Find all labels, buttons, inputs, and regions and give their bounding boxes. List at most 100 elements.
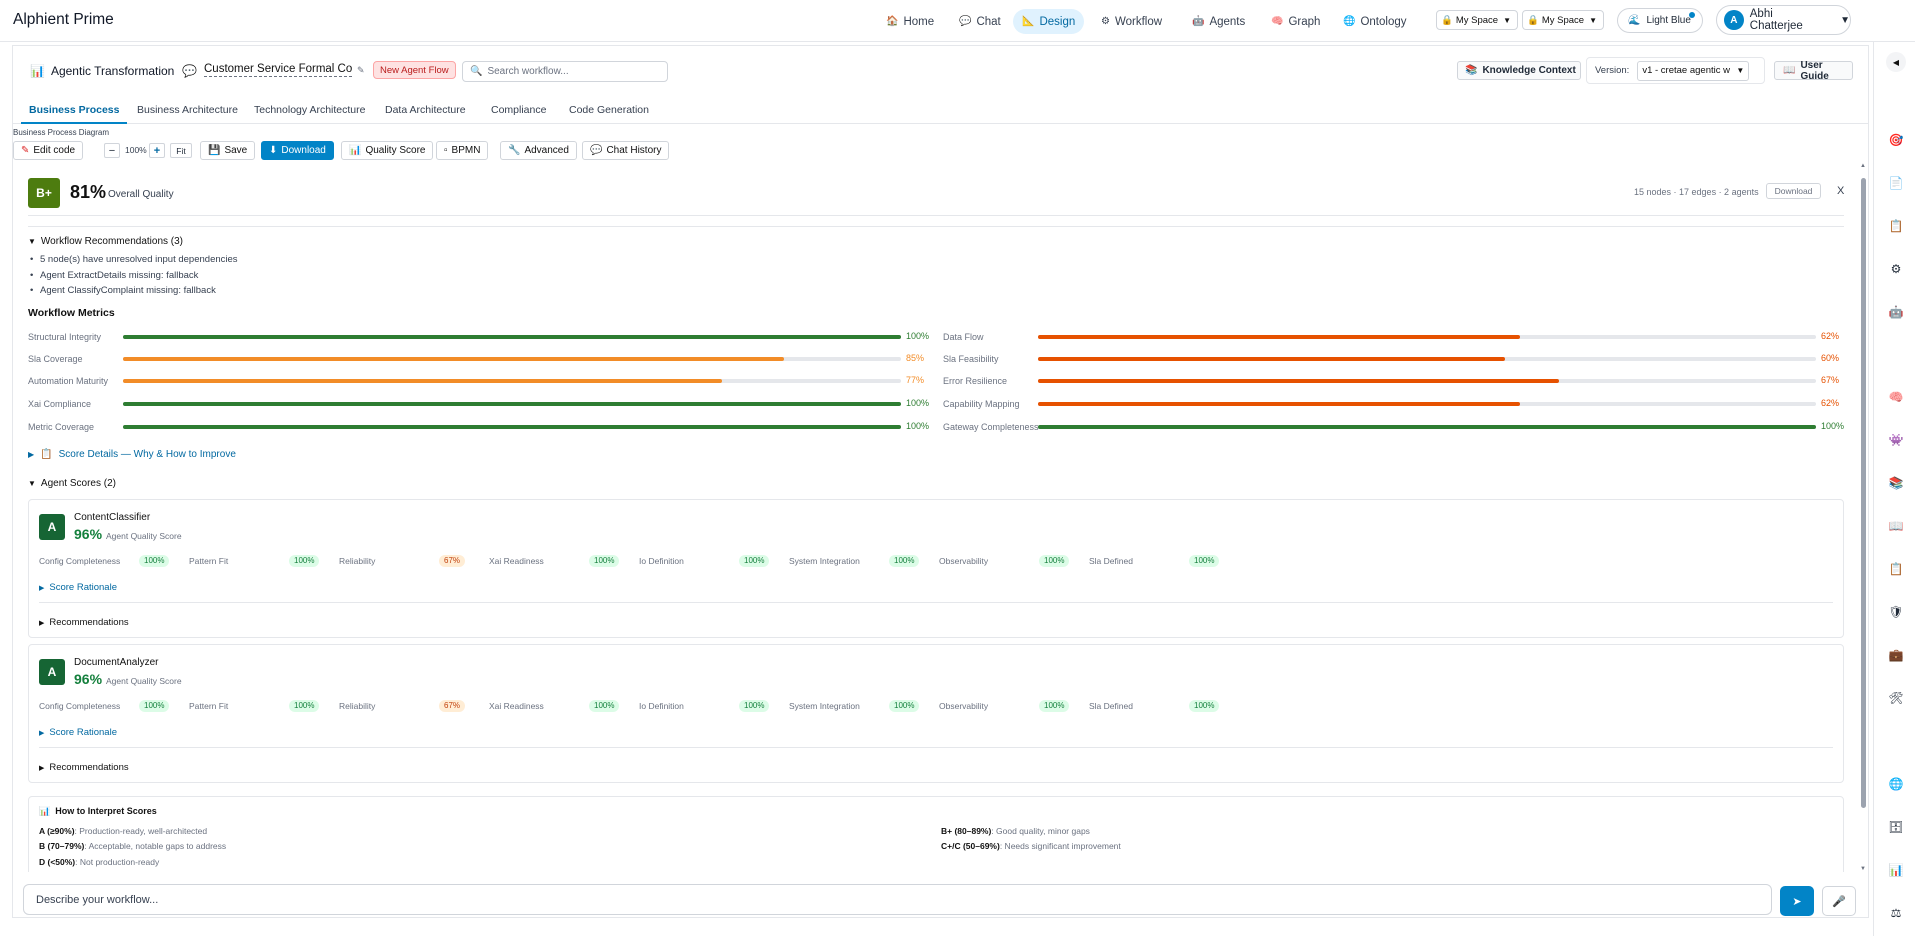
scroll-up-icon[interactable]: ▲: [1860, 163, 1866, 169]
space-select-1[interactable]: 🔒 My Space ▼: [1436, 10, 1518, 30]
nav-design[interactable]: 📐 Design: [1013, 9, 1085, 34]
interpret-scores-title-text: How to Interpret Scores: [55, 806, 157, 816]
chart-icon[interactable]: 📊: [1888, 863, 1904, 877]
space-select-2-value: My Space: [1541, 14, 1585, 26]
metric-row: Sla Feasibility 60%: [943, 352, 1845, 366]
download-button[interactable]: ⬇ Download: [261, 141, 334, 160]
dimension-label: System Integration: [789, 701, 860, 711]
clipboard-icon[interactable]: 📋: [1888, 562, 1904, 576]
home-icon: 🏠: [886, 16, 899, 27]
robot-face-icon[interactable]: 👾: [1888, 433, 1904, 447]
briefcase-icon[interactable]: 💼: [1888, 648, 1904, 662]
new-agent-flow-button[interactable]: New Agent Flow: [373, 61, 456, 79]
search-input[interactable]: 🔍 Search workflow...: [462, 61, 668, 82]
zoom-out-button[interactable]: −: [104, 143, 120, 158]
metric-row: Error Resilience 67%: [943, 374, 1845, 388]
metric-label: Sla Feasibility: [943, 354, 999, 364]
tab-business-process[interactable]: Business Process: [21, 96, 128, 124]
dimension-label: Io Definition: [639, 556, 684, 566]
bpmn-button[interactable]: ▫ BPMN: [436, 141, 489, 160]
robot-icon[interactable]: 🤖: [1888, 305, 1904, 319]
user-guide-button[interactable]: 📖 User Guide: [1774, 60, 1853, 82]
agent-recommendations-toggle[interactable]: ▶ Recommendations: [39, 762, 129, 773]
theme-button[interactable]: 🌊 Light Blue: [1617, 8, 1703, 33]
storage-icon[interactable]: 🗄: [1888, 820, 1904, 834]
tab-data-architecture[interactable]: Data Architecture: [377, 96, 474, 124]
flow-name-field[interactable]: Customer Service Formal Co: [204, 63, 352, 77]
dimension-label: Config Completeness: [39, 701, 121, 711]
chart-icon: 📊: [349, 145, 362, 156]
metric-value: 85%: [906, 353, 925, 363]
advanced-button[interactable]: 🔧 Advanced: [500, 141, 577, 160]
save-button[interactable]: 💾 Save: [200, 141, 256, 160]
close-panel-button[interactable]: X: [1837, 185, 1844, 197]
brain-icon[interactable]: 🧠: [1888, 390, 1904, 404]
workflow-chat-input[interactable]: Describe your workflow...: [23, 884, 1772, 915]
nav-graph[interactable]: 🧠 Graph: [1262, 9, 1329, 34]
books-icon[interactable]: 📚: [1888, 476, 1904, 490]
nav-home[interactable]: 🏠 Home: [877, 9, 943, 34]
book-icon[interactable]: 📖: [1888, 519, 1904, 533]
metric-bar-track: [1038, 335, 1816, 339]
version-select[interactable]: v1 - cretae agentic w ▼: [1637, 60, 1750, 81]
edit-code-button[interactable]: ✎ Edit code: [13, 141, 84, 160]
agent-recommendations-toggle[interactable]: ▶ Recommendations: [39, 617, 129, 628]
microphone-button[interactable]: 🎤: [1822, 886, 1856, 916]
metric-label: Metric Coverage: [28, 422, 95, 432]
tab-code-generation[interactable]: Code Generation: [561, 96, 657, 124]
user-menu-button[interactable]: A Abhi Chatterjee ▼: [1716, 5, 1851, 35]
quality-score-button[interactable]: 📊 Quality Score: [341, 141, 434, 160]
fit-button[interactable]: Fit: [170, 143, 192, 158]
brand-logo[interactable]: Alphient Prime: [13, 11, 114, 29]
triangle-down-icon: ▼: [28, 479, 36, 488]
tools-icon[interactable]: 🛠: [1888, 691, 1904, 705]
scale-icon[interactable]: ⚖: [1888, 906, 1904, 920]
nav-graph-label: Graph: [1288, 15, 1321, 28]
clipboard-icon[interactable]: 📋: [1888, 219, 1904, 233]
interpret-row: D (<50%): Not production-ready: [39, 857, 160, 867]
chat-history-button[interactable]: 💬 Chat History: [582, 141, 670, 160]
workflow-metrics-title: Workflow Metrics: [28, 307, 115, 319]
workflow-recommendations-toggle[interactable]: ▼ Workflow Recommendations (3): [28, 236, 183, 247]
gear-icon[interactable]: ⚙: [1888, 262, 1904, 276]
version-value: v1 - cretae agentic w: [1642, 65, 1730, 76]
zoom-in-button[interactable]: +: [149, 143, 165, 158]
metric-row: Data Flow 62%: [943, 330, 1845, 344]
shield-icon[interactable]: 🛡: [1888, 605, 1904, 619]
globe-icon[interactable]: 🌐: [1888, 777, 1904, 791]
tab-business-architecture[interactable]: Business Architecture: [129, 96, 246, 124]
target-icon[interactable]: 🎯: [1888, 133, 1904, 147]
score-details-toggle[interactable]: ▶ 📋 Score Details — Why & How to Improve: [28, 449, 236, 460]
dimension-value-badge: 67%: [439, 700, 466, 712]
agent-quality-label: Agent Quality Score: [106, 531, 182, 541]
agent-quality-percent: 96%: [74, 671, 103, 687]
panel-scrollbar[interactable]: ▲ ▼: [1860, 163, 1866, 872]
tab-compliance[interactable]: Compliance: [483, 96, 554, 124]
report-download-button[interactable]: Download: [1766, 183, 1821, 199]
pencil-icon[interactable]: ✎: [357, 65, 365, 76]
agent-name: ContentClassifier: [74, 512, 151, 523]
collapse-rail-icon[interactable]: ◀: [1886, 52, 1906, 72]
tab-technology-architecture[interactable]: Technology Architecture: [246, 96, 373, 124]
document-icon[interactable]: 📄: [1888, 176, 1904, 190]
nav-agents[interactable]: 🤖 Agents: [1183, 9, 1254, 34]
metric-bar-track: [123, 402, 901, 406]
nav-workflow[interactable]: ⚙ Workflow: [1092, 9, 1171, 34]
nav-ontology[interactable]: 🌐 Ontology: [1334, 9, 1415, 34]
agent-scores-toggle[interactable]: ▼ Agent Scores (2): [28, 478, 116, 489]
version-picker: Version: v1 - cretae agentic w ▼: [1586, 57, 1765, 84]
chat-input-placeholder: Describe your workflow...: [36, 893, 159, 906]
scroll-down-icon[interactable]: ▼: [1860, 866, 1866, 872]
dimension-value-badge: 100%: [589, 555, 620, 567]
metric-bar-fill: [1038, 379, 1560, 383]
scrollbar-thumb[interactable]: [1861, 178, 1866, 808]
nav-chat[interactable]: 💬 Chat: [950, 9, 1010, 34]
dimension-label: Reliability: [339, 556, 376, 566]
score-rationale-toggle[interactable]: ▶ Score Rationale: [39, 727, 117, 738]
triangle-right-icon: ▶: [39, 729, 45, 737]
dimension-label: Sla Defined: [1089, 701, 1133, 711]
space-select-2[interactable]: 🔒 My Space ▼: [1522, 10, 1604, 30]
knowledge-context-button[interactable]: 📚 Knowledge Context: [1457, 61, 1581, 80]
score-rationale-toggle[interactable]: ▶ Score Rationale: [39, 582, 117, 593]
send-button[interactable]: ➤: [1780, 886, 1814, 916]
